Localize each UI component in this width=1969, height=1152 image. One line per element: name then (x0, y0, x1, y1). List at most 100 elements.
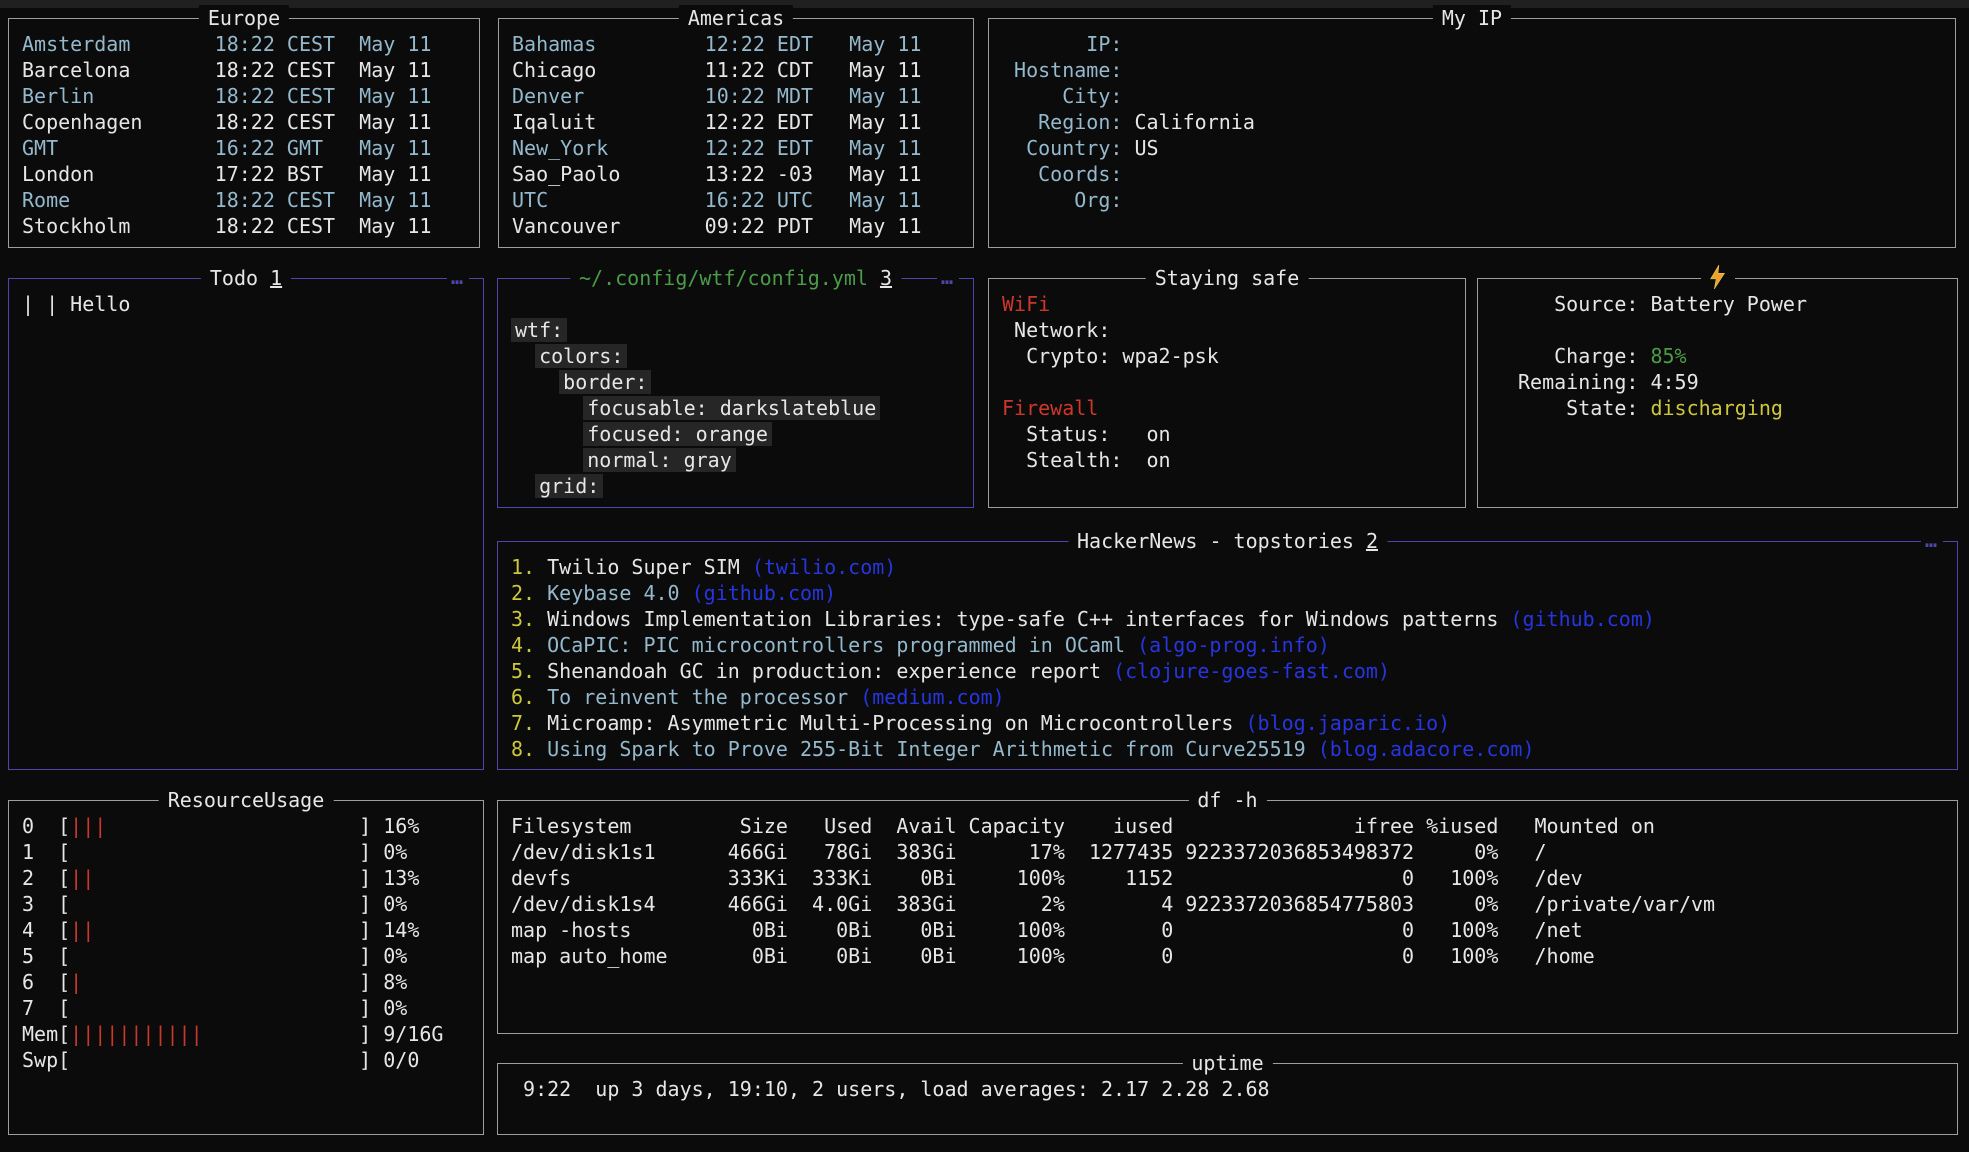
panel-title-hackernews: HackerNews - topstories 2 (1068, 528, 1387, 554)
story-item-segment: To reinvent the processor (547, 685, 860, 709)
config-line: grid: (511, 473, 973, 499)
clock-row-segment: UTC 16:22 UTC May 11 (512, 188, 921, 212)
story-item[interactable]: 4. OCaPIC: PIC microcontrollers programm… (511, 632, 1957, 658)
clock-row: Rome 18:22 CEST May 11 (22, 187, 479, 213)
hackernews-shortcut-key[interactable]: 2 (1366, 529, 1378, 553)
usage-gauge-row-segment: 6 [ (22, 970, 70, 994)
clock-row-segment: Barcelona 18:22 CEST May 11 (22, 58, 431, 82)
config-path-text: ~/.config/wtf/config.yml (579, 266, 868, 290)
story-item-segment: 1. (511, 555, 547, 579)
clock-row: Copenhagen 18:22 CEST May 11 (22, 109, 479, 135)
config-line-segment: normal: gray (583, 448, 736, 472)
todo-shortcut-key[interactable]: 1 (270, 266, 282, 290)
battery-info-row-segment: discharging (1650, 396, 1782, 420)
config-line: focused: orange (511, 421, 973, 447)
clock-row: Chicago 11:22 CDT May 11 (512, 57, 973, 83)
usage-gauge-row: 4 [|| ] 14% (22, 917, 483, 943)
config-shortcut-key[interactable]: 3 (880, 266, 892, 290)
more-indicator: … (447, 264, 469, 290)
config-line-segment: colors: (535, 344, 627, 368)
panel-title-staying-safe: Staying safe (1146, 265, 1309, 291)
security-info-row: Network: (1002, 317, 1465, 343)
ip-info-row: Country: US (1002, 135, 1955, 161)
battery-info-row: State: discharging (1518, 395, 1957, 421)
panel-americas: Americas Bahamas 12:22 EDT May 11Chicago… (498, 18, 974, 248)
usage-gauge-row-segment: ] 14% (94, 918, 419, 942)
story-item-segment: 5. (511, 659, 547, 683)
usage-gauge-row-segment: ] 8% (82, 970, 407, 994)
clock-row: Sao_Paolo 13:22 -03 May 11 (512, 161, 973, 187)
story-item[interactable]: 2. Keybase 4.0 (github.com) (511, 580, 1957, 606)
clock-row-segment: Copenhagen 18:22 CEST May 11 (22, 110, 431, 134)
story-item-segment: (medium.com) (860, 685, 1005, 709)
config-line: normal: gray (511, 447, 973, 473)
panel-title-todo: Todo 1 (201, 265, 291, 291)
panel-title-uptime: uptime (1182, 1050, 1272, 1076)
config-line-segment: focused: orange (583, 422, 772, 446)
usage-gauge-row-segment: 0 [ (22, 814, 70, 838)
filesystem-row: devfs 333Ki 333Ki 0Bi 100% 1152 0 100% /… (511, 865, 1957, 891)
battery-info-row-segment: Remaining: 4:59 (1518, 370, 1699, 394)
panel-config-yml[interactable]: ~/.config/wtf/config.yml3 … wtf: colors:… (497, 278, 974, 508)
panel-title-americas: Americas (679, 5, 793, 31)
ip-info-row-segment: US (1122, 136, 1158, 160)
ip-info-row-segment: IP: (1002, 32, 1122, 56)
usage-gauge-row-segment: ] 13% (94, 866, 419, 890)
story-item[interactable]: 3. Windows Implementation Libraries: typ… (511, 606, 1957, 632)
more-indicator: … (937, 264, 959, 290)
todo-item[interactable]: | | Hello (22, 291, 483, 317)
ip-info-row: Coords: (1002, 161, 1955, 187)
ip-info-row-segment: Coords: (1002, 162, 1122, 186)
story-item[interactable]: 7. Microamp: Asymmetric Multi-Processing… (511, 710, 1957, 736)
clock-row-segment: GMT 16:22 GMT May 11 (22, 136, 431, 160)
panel-todo[interactable]: Todo1 … | | Hello (8, 278, 484, 770)
ip-info-row-segment: City: (1002, 84, 1122, 108)
lightning-bolt-icon (1710, 265, 1726, 289)
clock-row-segment: Iqaluit 12:22 EDT May 11 (512, 110, 921, 134)
clock-row-segment: Berlin 18:22 CEST May 11 (22, 84, 431, 108)
config-line: wtf: (511, 317, 973, 343)
story-item[interactable]: 8. Using Spark to Prove 255-Bit Integer … (511, 736, 1957, 762)
story-item[interactable]: 1. Twilio Super SIM (twilio.com) (511, 554, 1957, 580)
usage-gauge-row-segment: ] 9/16G (203, 1022, 444, 1046)
clock-row-segment: Amsterdam 18:22 CEST May 11 (22, 32, 431, 56)
story-item[interactable]: 6. To reinvent the processor (medium.com… (511, 684, 1957, 710)
clock-row-segment: Vancouver 09:22 PDT May 11 (512, 214, 921, 238)
security-info-row-segment: Stealth: on (1002, 448, 1171, 472)
todo-title-text: Todo (210, 266, 258, 290)
panel-title-my-ip: My IP (1433, 5, 1511, 31)
clock-row: GMT 16:22 GMT May 11 (22, 135, 479, 161)
usage-gauge-row: 0 [||| ] 16% (22, 813, 483, 839)
config-line-segment (511, 396, 583, 420)
security-info-row: Stealth: on (1002, 447, 1465, 473)
story-item-segment: 7. (511, 711, 547, 735)
clock-row: New_York 12:22 EDT May 11 (512, 135, 973, 161)
config-line-segment: border: (559, 370, 651, 394)
security-info-row: WiFi (1002, 291, 1465, 317)
ip-info-row-segment: California (1122, 110, 1254, 134)
panel-resource-usage: ResourceUsage 0 [||| ] 16%1 [ ] 0%2 [|| … (8, 800, 484, 1135)
clock-row-segment: London 17:22 BST May 11 (22, 162, 431, 186)
clock-row: London 17:22 BST May 11 (22, 161, 479, 187)
story-item-segment: Twilio Super SIM (547, 555, 752, 579)
clock-row: UTC 16:22 UTC May 11 (512, 187, 973, 213)
clock-row: Bahamas 12:22 EDT May 11 (512, 31, 973, 57)
ip-info-row-segment: Org: (1002, 188, 1122, 212)
filesystem-row-segment: /dev/disk1s4 466Gi 4.0Gi 383Gi 2% 4 9223… (511, 892, 1715, 916)
story-item-segment: OCaPIC: PIC microcontrollers programmed … (547, 633, 1137, 657)
ip-info-row-segment: Country: (1002, 136, 1122, 160)
story-item-segment: Shenandoah GC in production: experience … (547, 659, 1113, 683)
filesystem-row: map -hosts 0Bi 0Bi 0Bi 100% 0 0 100% /ne… (511, 917, 1957, 943)
hackernews-title-text: HackerNews - topstories (1077, 529, 1354, 553)
panel-hackernews[interactable]: HackerNews - topstories2 … 1. Twilio Sup… (497, 541, 1958, 770)
usage-gauge-row-segment: 2 [ (22, 866, 70, 890)
story-item[interactable]: 5. Shenandoah GC in production: experien… (511, 658, 1957, 684)
uptime-row: 9:22 up 3 days, 19:10, 2 users, load ave… (511, 1076, 1957, 1102)
usage-gauge-row-segment: || (70, 918, 94, 942)
security-info-row-segment: Status: on (1002, 422, 1171, 446)
filesystem-row: /dev/disk1s1 466Gi 78Gi 383Gi 17% 127743… (511, 839, 1957, 865)
battery-info-row: Charge: 85% (1518, 343, 1957, 369)
clock-row-segment: Rome 18:22 CEST May 11 (22, 188, 431, 212)
wtf-terminal-dashboard: Europe Amsterdam 18:22 CEST May 11Barcel… (0, 0, 1969, 1152)
security-info-row-segment: Crypto: wpa2-psk (1002, 344, 1219, 368)
